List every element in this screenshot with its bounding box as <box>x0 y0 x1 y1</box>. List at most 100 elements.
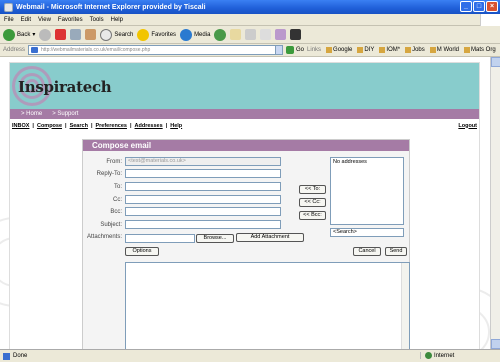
compose-title: Compose email <box>83 140 409 151</box>
status-text: Done <box>13 353 28 359</box>
print-button[interactable] <box>245 29 257 40</box>
address-search-input[interactable]: <Search> <box>330 228 404 237</box>
menu-view[interactable]: View <box>38 17 51 23</box>
nav-inbox[interactable]: INBOX <box>12 123 29 129</box>
bcc-field[interactable] <box>125 207 281 216</box>
discuss-button[interactable] <box>275 29 287 40</box>
nav-preferences[interactable]: Preferences <box>95 123 127 129</box>
link-iom[interactable]: IOM* <box>379 47 400 53</box>
minimize-button[interactable]: _ <box>460 1 472 12</box>
link-icon <box>326 47 333 53</box>
replyto-label: Reply-To: <box>96 171 122 177</box>
from-field: <test@materials.co.uk> <box>125 157 281 166</box>
link-mats-org[interactable]: Mats Org <box>464 47 496 53</box>
page-icon <box>3 352 10 360</box>
scroll-down-button[interactable] <box>491 339 500 349</box>
media-icon <box>180 28 193 41</box>
menu-file[interactable]: File <box>4 17 14 23</box>
link-label: Google <box>333 47 353 53</box>
options-button[interactable]: Options <box>125 247 159 256</box>
search-button[interactable]: Search <box>100 28 134 41</box>
stop-button[interactable] <box>55 29 67 40</box>
link-google[interactable]: Google <box>326 47 352 53</box>
nav-help[interactable]: Help <box>170 123 182 129</box>
menu-favorites[interactable]: Favorites <box>58 17 83 23</box>
link-icon <box>405 47 412 53</box>
mail-button[interactable] <box>230 29 242 40</box>
from-label: From: <box>106 159 122 165</box>
menu-bar: File Edit View Favorites Tools Help <box>0 14 500 26</box>
back-arrow-icon <box>3 28 15 41</box>
go-arrow-icon <box>286 46 295 54</box>
menu-edit[interactable]: Edit <box>21 17 31 23</box>
maximize-button[interactable]: □ <box>473 1 485 12</box>
send-button[interactable]: Send <box>385 247 407 256</box>
add-attachment-button[interactable]: Add Attachment <box>236 233 304 242</box>
link-label: Mats Org <box>471 47 496 53</box>
textarea-scrollbar[interactable] <box>401 263 409 349</box>
add-to-button[interactable]: << To: <box>299 185 326 194</box>
link-diy[interactable]: DIY <box>357 47 374 53</box>
media-label: Media <box>194 31 211 38</box>
forward-button[interactable] <box>39 28 52 41</box>
attachment-file-field[interactable] <box>125 234 195 243</box>
security-zone: Internet <box>420 352 454 359</box>
site-header: Inspiratech <box>10 63 479 109</box>
menu-help[interactable]: Help <box>111 17 123 23</box>
page-scrollbar[interactable] <box>490 57 500 349</box>
refresh-button[interactable] <box>70 29 82 40</box>
edit-button[interactable] <box>260 29 272 40</box>
nav-search[interactable]: Search <box>70 123 88 129</box>
favorites-label: Favorites <box>151 31 177 38</box>
subject-field[interactable] <box>125 220 281 229</box>
search-label: Search <box>114 31 134 38</box>
messenger-button[interactable] <box>290 29 302 40</box>
back-label: Back <box>17 31 31 38</box>
add-bcc-button[interactable]: << Bcc: <box>299 211 326 220</box>
window-title: Webmail - Microsoft Internet Explorer pr… <box>16 3 206 11</box>
search-icon <box>100 28 113 41</box>
sub-navigation: > Home > Support <box>10 109 479 119</box>
favorites-button[interactable]: Favorites <box>137 28 177 41</box>
ie-icon <box>4 2 13 12</box>
media-button[interactable]: Media <box>180 28 211 41</box>
cancel-button[interactable]: Cancel <box>353 247 381 256</box>
site-logo: Inspiratech <box>18 78 112 96</box>
replyto-field[interactable] <box>125 169 281 178</box>
add-cc-button[interactable]: << Cc: <box>299 198 326 207</box>
subnav-home[interactable]: > Home <box>21 111 42 117</box>
link-label: DIY <box>364 47 375 53</box>
address-dropdown[interactable] <box>275 45 284 55</box>
link-label: IOM* <box>386 47 401 53</box>
nav-addresses[interactable]: Addresses <box>135 123 163 129</box>
webmail-page: Inspiratech > Home > Support INBOX | Comp… <box>9 62 480 349</box>
nav-logout[interactable]: Logout <box>458 123 477 129</box>
link-icon <box>464 47 471 53</box>
close-button[interactable]: × <box>486 1 498 12</box>
cc-label: Cc: <box>113 197 122 203</box>
go-button[interactable]: Go <box>286 46 304 54</box>
address-book-list[interactable]: No addresses <box>330 157 404 225</box>
back-button[interactable]: Back ▾ <box>3 28 35 41</box>
home-button[interactable] <box>85 29 97 40</box>
to-field[interactable] <box>125 182 281 191</box>
toolbar: Back ▾ Search Favorites Media <box>0 26 500 44</box>
link-label: M World <box>436 47 460 53</box>
page-viewport: Inspiratech > Home > Support INBOX | Comp… <box>0 57 490 349</box>
status-bar: Done Internet <box>0 349 500 362</box>
link-icon <box>379 47 386 53</box>
menu-tools[interactable]: Tools <box>90 17 104 23</box>
compose-panel: Compose email From: <test@materials.co.u… <box>82 139 410 349</box>
message-body-textarea[interactable] <box>125 262 410 349</box>
address-bar: Address http://webmailmaterials.co.uk/em… <box>0 44 500 57</box>
history-button[interactable] <box>214 28 227 41</box>
link-jobs[interactable]: Jobs <box>405 47 425 53</box>
nav-compose[interactable]: Compose <box>37 123 62 129</box>
cc-field[interactable] <box>125 195 281 204</box>
star-icon <box>137 28 150 41</box>
link-mworld[interactable]: M World <box>429 47 460 53</box>
browse-button[interactable]: Browse... <box>196 234 234 243</box>
address-input[interactable]: http://webmailmaterials.co.uk/email/comp… <box>28 45 277 55</box>
subnav-support[interactable]: > Support <box>52 111 78 117</box>
scroll-up-button[interactable] <box>491 57 500 67</box>
